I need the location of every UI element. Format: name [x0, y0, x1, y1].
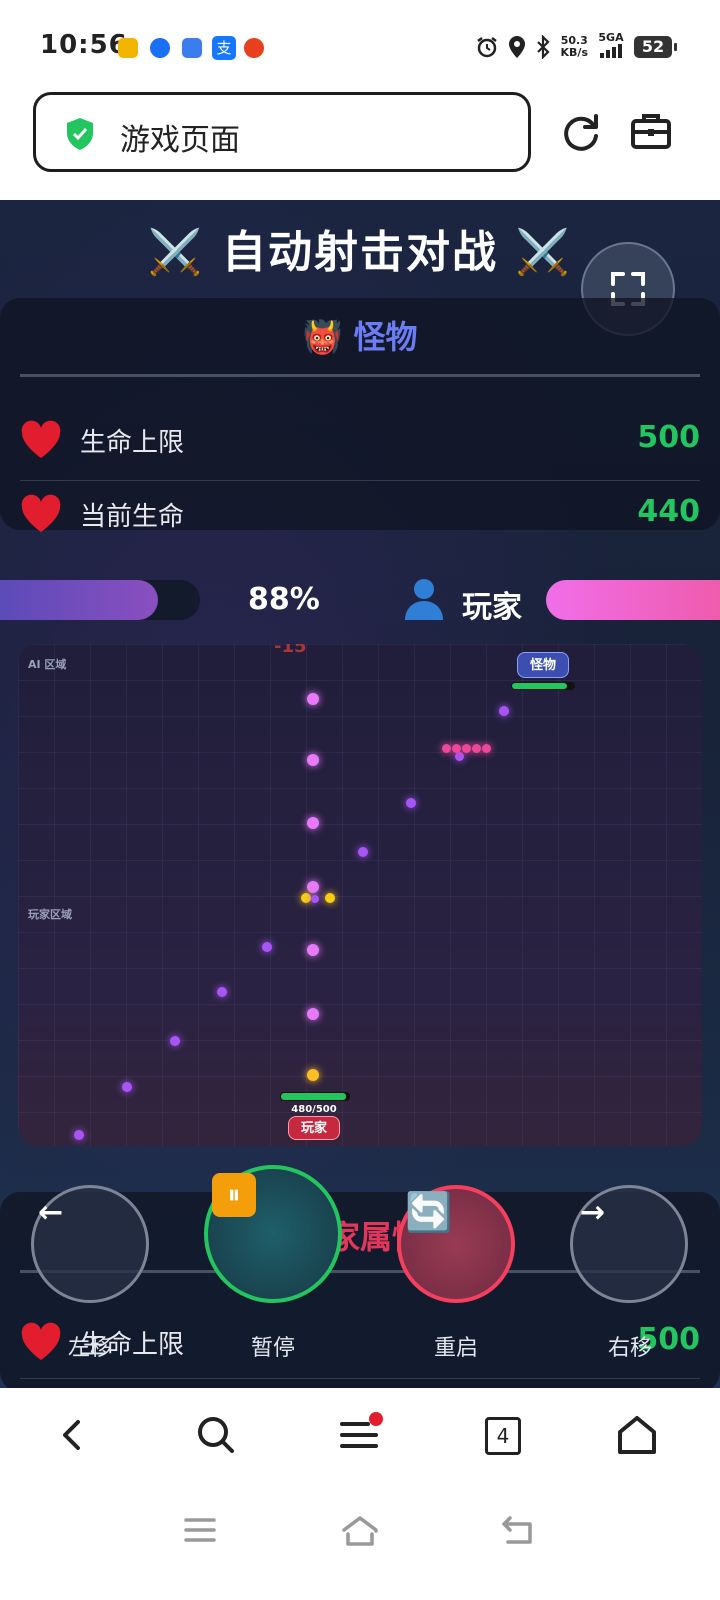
- user-icon: [405, 579, 443, 620]
- game-page: ⚔️ 自动射击对战 ⚔️ 👹 怪物 生命上限 500 当前生命 440 88% …: [0, 200, 720, 1388]
- hp-bar-row: 88% 玩家: [0, 579, 720, 625]
- monster-panel-title: 怪物: [353, 318, 418, 356]
- stat-value: 440: [637, 494, 700, 529]
- projectile: [301, 893, 311, 903]
- tab-count: 4: [485, 1417, 521, 1455]
- system-back-icon[interactable]: [498, 1510, 542, 1550]
- enemy-hp-bar: [511, 682, 575, 690]
- restart-label: 重启: [433, 1336, 478, 1361]
- move-left-label: 左移: [67, 1336, 112, 1361]
- player-tag: 玩家: [288, 1116, 340, 1140]
- ai-zone-label: AI 区域: [28, 658, 67, 671]
- row-divider: [20, 480, 700, 481]
- battle-arena[interactable]: -15 AI 区域 玩家区域 怪物 480/500 玩家: [18, 644, 702, 1146]
- monster-stats-panel: 👹 怪物 生命上限 500 当前生命 440: [0, 298, 720, 532]
- player-zone-label: 玩家区域: [28, 908, 72, 921]
- projectile: [217, 987, 227, 997]
- projectile: [499, 706, 509, 716]
- restart-icon: 🔄: [405, 1190, 453, 1234]
- app-notification-icon: [118, 38, 138, 58]
- system-nav-bar: [0, 1488, 720, 1600]
- move-right-label: 右移: [607, 1336, 652, 1361]
- home-icon[interactable]: [612, 1410, 662, 1460]
- stat-value: 500: [637, 420, 700, 455]
- projectile: [170, 1036, 180, 1046]
- monster-max-hp-row: 生命上限 500: [20, 412, 700, 472]
- monster-emoji: 👹: [302, 318, 343, 356]
- projectile: [74, 1130, 84, 1140]
- shield-check-icon: [67, 118, 93, 150]
- projectile: [307, 1069, 319, 1081]
- heart-icon: [21, 494, 61, 532]
- alipay-icon: 支: [212, 36, 236, 60]
- projectile: [482, 744, 491, 753]
- search-icon[interactable]: [191, 1410, 241, 1460]
- toolbox-icon[interactable]: [628, 108, 674, 154]
- player-label: 玩家: [462, 590, 522, 625]
- status-bar: 10:56 支 50.3 KB/s 5GA 52: [0, 0, 720, 90]
- signal-label: 5GA: [598, 31, 624, 44]
- player-hp-fill: [281, 1093, 347, 1100]
- system-home-icon[interactable]: [338, 1510, 382, 1550]
- bluetooth-icon: [536, 34, 550, 59]
- monster-current-hp-row: 当前生命 440: [20, 486, 700, 546]
- player-hp-bar-small: [280, 1092, 350, 1101]
- projectile: [455, 752, 464, 761]
- app-notification-icon: [182, 38, 202, 58]
- address-text: 游戏页面: [120, 123, 240, 158]
- projectile: [262, 942, 272, 952]
- browser-toolbar: 游戏页面: [0, 90, 720, 200]
- recent-apps-icon[interactable]: [178, 1510, 222, 1550]
- player-hp-bar: [546, 580, 720, 620]
- app-notification-icon: [150, 38, 170, 58]
- battery-indicator: 52: [634, 35, 677, 58]
- enemy-tag: 怪物: [517, 652, 569, 678]
- app-notification-icon: [244, 38, 264, 58]
- arrow-left-icon: ←: [38, 1195, 64, 1230]
- projectile: [358, 847, 368, 857]
- net-speed: 50.3: [560, 33, 588, 47]
- tabs-button[interactable]: 4: [478, 1410, 528, 1460]
- projectile: [325, 893, 335, 903]
- status-right-group: 50.3 KB/s 5GA 52: [475, 31, 677, 61]
- projectile: [311, 895, 319, 903]
- projectile: [122, 1082, 132, 1092]
- address-bar[interactable]: 游戏页面: [33, 92, 531, 172]
- signal-icon: [600, 44, 622, 58]
- pause-icon: ⏸: [212, 1173, 256, 1217]
- panel-divider: [20, 374, 700, 377]
- row-divider: [20, 1378, 700, 1379]
- status-time: 10:56: [40, 30, 128, 60]
- alarm-icon: [476, 36, 497, 57]
- net-unit: KB/s: [560, 45, 588, 59]
- pause-label: 暂停: [250, 1336, 295, 1361]
- arrow-right-icon: →: [580, 1195, 606, 1230]
- stat-label: 生命上限: [80, 428, 185, 458]
- projectile: [307, 693, 319, 705]
- projectile: [452, 744, 461, 753]
- monster-hp-track: [0, 580, 200, 620]
- monster-hp-fill: [0, 580, 159, 620]
- projectile: [406, 798, 416, 808]
- location-icon: [508, 35, 525, 58]
- refresh-icon[interactable]: [558, 108, 604, 154]
- heart-icon: [21, 420, 61, 458]
- projectile: [307, 817, 319, 829]
- player-hp-text: 480/500: [291, 1104, 337, 1115]
- hp-percent: 88%: [248, 582, 320, 617]
- damage-text: -15: [274, 644, 307, 657]
- stat-label: 当前生命: [80, 502, 185, 532]
- projectile: [442, 744, 451, 753]
- projectile: [307, 944, 319, 956]
- projectile: [462, 744, 471, 753]
- projectile: [472, 744, 481, 753]
- back-icon[interactable]: [48, 1410, 98, 1460]
- projectile: [307, 1008, 319, 1020]
- projectile: [307, 881, 319, 893]
- menu-icon[interactable]: [334, 1410, 384, 1460]
- projectile: [307, 754, 319, 766]
- enemy-hp-fill: [512, 683, 567, 689]
- browser-nav-bar: 4: [0, 1388, 720, 1488]
